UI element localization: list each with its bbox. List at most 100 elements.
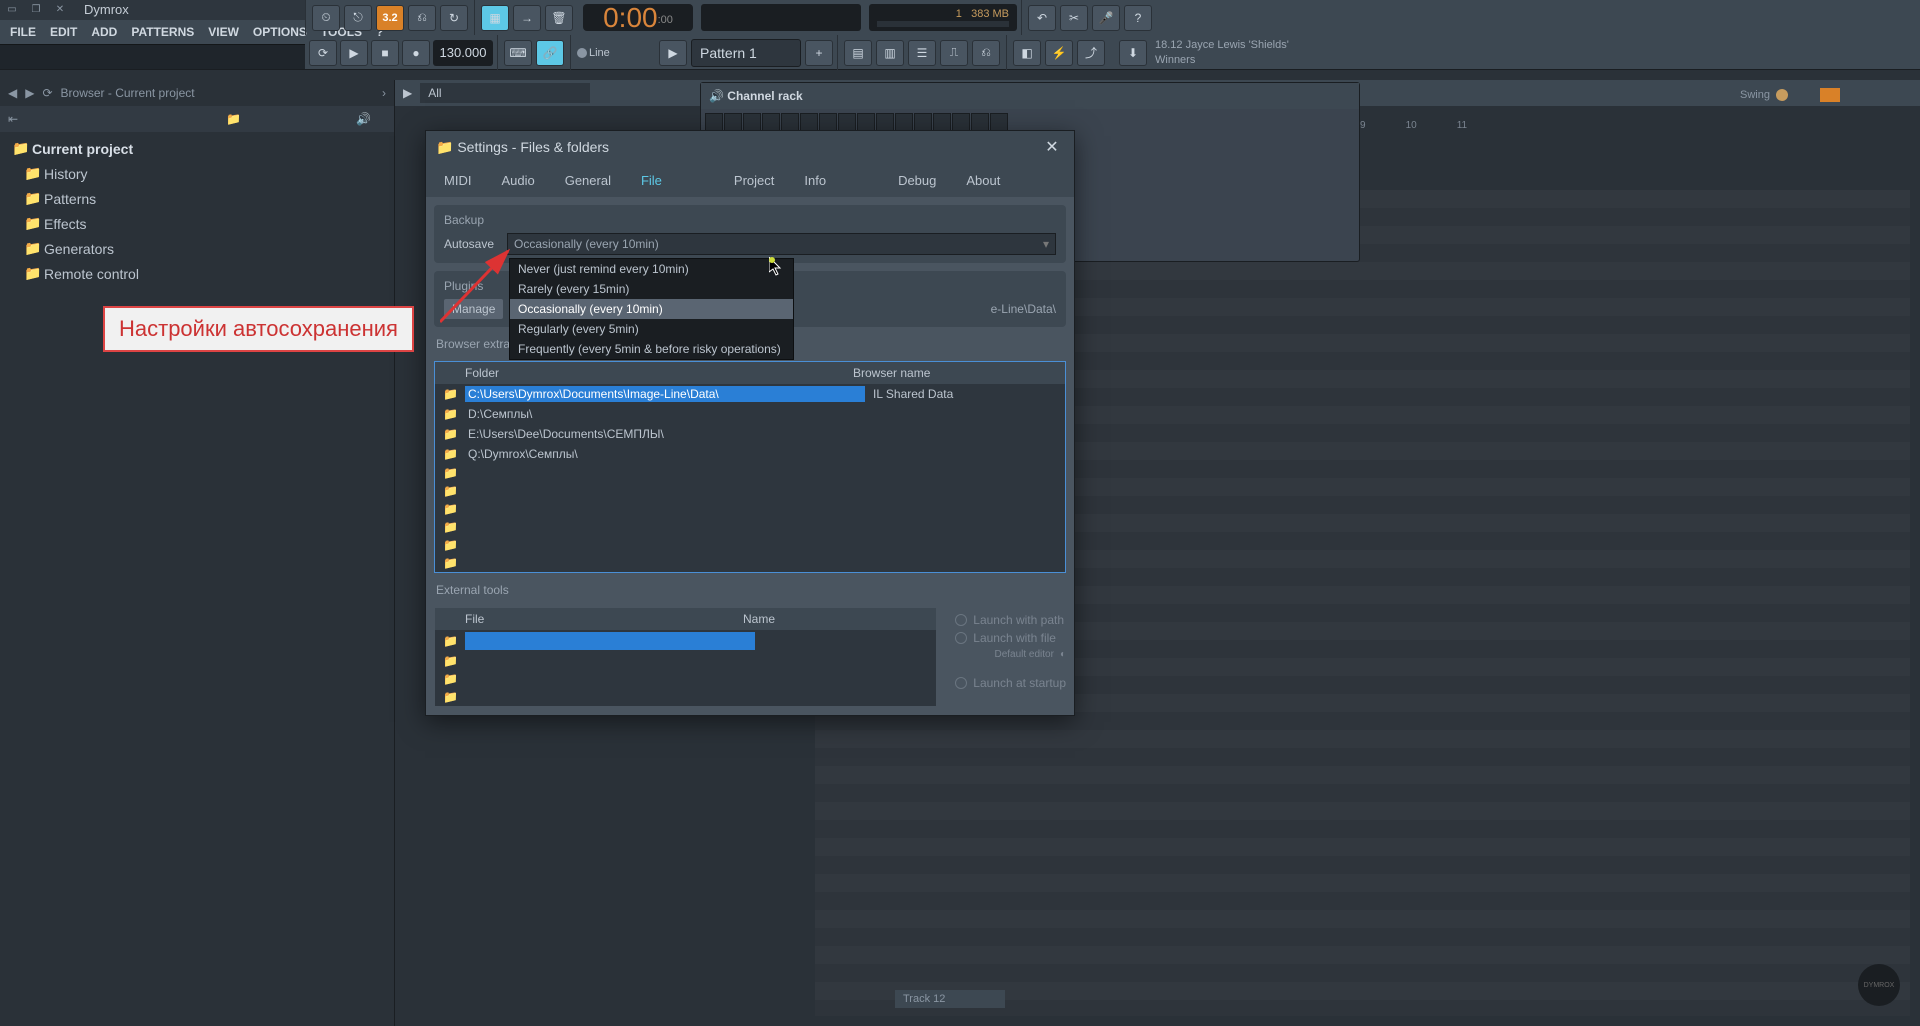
pattern-add-icon[interactable]: + — [805, 40, 833, 66]
folder-row[interactable]: 📁D:\Семплы\ — [435, 404, 1065, 424]
tree-item-generators[interactable]: 📁Generators — [0, 236, 394, 261]
nav-back-icon[interactable]: ◀ — [8, 86, 17, 100]
sync-icon[interactable]: ⟳ — [309, 40, 337, 66]
folder-row-empty[interactable]: 📁 — [435, 536, 1065, 554]
close-all-icon[interactable]: ⤴ — [1077, 40, 1105, 66]
pattern-selector[interactable]: Pattern 1 — [691, 39, 801, 67]
autosave-option-never[interactable]: Never (just remind every 10min) — [510, 259, 793, 279]
menu-patterns[interactable]: PATTERNS — [125, 23, 200, 41]
channel-rack-icon[interactable]: ☰ — [908, 40, 936, 66]
volume-icon[interactable]: 🔊 — [356, 112, 386, 126]
close-icon[interactable]: ✕ — [52, 3, 68, 17]
tree-item-patterns[interactable]: 📁Patterns — [0, 186, 394, 211]
link-icon[interactable]: 🔗 — [536, 40, 564, 66]
wait-icon[interactable]: ⎋ — [344, 5, 372, 31]
tab-audio[interactable]: Audio — [487, 167, 548, 194]
typing-kb-icon[interactable]: ⌨ — [504, 40, 532, 66]
folder-row-empty[interactable]: 📁 — [435, 500, 1065, 518]
folder-row[interactable]: 📁Q:\Dymrox\Семплы\ — [435, 444, 1065, 464]
autosave-option-regularly[interactable]: Regularly (every 5min) — [510, 319, 793, 339]
stop-button[interactable]: ■ — [371, 40, 399, 66]
cpu-value: 1 — [956, 8, 962, 20]
song-mode-icon[interactable]: ▦ — [481, 5, 509, 31]
mic-icon[interactable]: 🎤 — [1092, 5, 1120, 31]
autosave-option-occasionally[interactable]: Occasionally (every 10min) — [510, 299, 793, 319]
folder-row-empty[interactable]: 📁 — [435, 518, 1065, 536]
loop-icon[interactable]: ↻ — [440, 5, 468, 31]
record-button[interactable]: ● — [402, 40, 430, 66]
collapse-icon[interactable]: ⇤ — [8, 112, 38, 126]
snap-mode[interactable]: Line — [589, 47, 649, 59]
time-display[interactable]: 0:00:00 — [583, 4, 693, 31]
autosave-option-frequently[interactable]: Frequently (every 5min & before risky op… — [510, 339, 793, 359]
settings-close-button[interactable]: ✕ — [1040, 135, 1064, 159]
mixer-icon[interactable]: ⎍ — [940, 40, 968, 66]
tab-general[interactable]: General — [551, 167, 625, 194]
trash-icon[interactable]: 🗑 — [545, 5, 573, 31]
browser-icon[interactable]: ⎌ — [972, 40, 1000, 66]
metronome-icon[interactable]: ⏲ — [312, 5, 340, 31]
folder-icon[interactable]: 📁 — [226, 112, 256, 126]
menu-add[interactable]: ADD — [85, 23, 123, 41]
rack-audio-icon[interactable]: 🔊 — [709, 89, 724, 103]
countdown-button[interactable]: 3.2 — [376, 5, 404, 31]
tab-info[interactable]: Info — [790, 167, 840, 194]
folder-row[interactable]: 📁E:\Users\Dee\Documents\СЕМПЛЫ\ — [435, 424, 1065, 444]
tree-item-history[interactable]: 📁History — [0, 161, 394, 186]
time-main: 0:00 — [603, 2, 658, 34]
playlist-icon[interactable]: ▤ — [844, 40, 872, 66]
help-icon[interactable]: ? — [1124, 5, 1152, 31]
folder-row-empty[interactable]: 📁 — [435, 464, 1065, 482]
ext-tool-row[interactable]: 📁 — [435, 670, 936, 688]
tempo-tap-icon[interactable]: ⚡ — [1045, 40, 1073, 66]
tree-item-remote[interactable]: 📁Remote control — [0, 261, 394, 286]
autosave-option-rarely[interactable]: Rarely (every 15min) — [510, 279, 793, 299]
autosave-dropdown[interactable]: Occasionally (every 10min) — [507, 233, 1056, 255]
minimize-icon[interactable]: ▭ — [4, 3, 20, 17]
pattern-play-icon[interactable]: ▶ — [659, 40, 687, 66]
playlist-menu-icon[interactable]: ▶ — [395, 86, 420, 100]
menu-file[interactable]: FILE — [4, 23, 42, 41]
ext-tool-row[interactable]: 📁 — [435, 630, 936, 652]
radio-launch-path[interactable] — [955, 614, 967, 626]
ext-tool-row[interactable]: 📁 — [435, 652, 936, 670]
undo-icon[interactable]: ↶ — [1028, 5, 1056, 31]
default-editor-toggle[interactable]: ◐ — [1060, 649, 1066, 660]
playlist-filter[interactable]: All — [420, 83, 590, 103]
radio-launch-file[interactable] — [955, 632, 967, 644]
settings-tabstrip: MIDI Audio General File Project Info Deb… — [426, 163, 1074, 197]
menu-view[interactable]: VIEW — [202, 23, 245, 41]
plugin-icon[interactable]: ◧ — [1013, 40, 1041, 66]
tab-file[interactable]: File — [627, 167, 676, 194]
maximize-icon[interactable]: ❐ — [28, 3, 44, 17]
manage-plugins-button[interactable]: Manage — [444, 299, 503, 319]
tab-midi[interactable]: MIDI — [430, 167, 485, 194]
step-icon[interactable]: → — [513, 5, 541, 31]
tab-debug[interactable]: Debug — [884, 167, 950, 194]
settings-folder-icon: 📁 — [436, 139, 453, 156]
menu-edit[interactable]: EDIT — [44, 23, 83, 41]
overdub-icon[interactable]: ⎌ — [408, 5, 436, 31]
swing-control[interactable]: Swing — [1740, 88, 1840, 102]
tab-about[interactable]: About — [952, 167, 1014, 194]
reload-icon[interactable]: ⟳ — [42, 86, 52, 100]
view-grid-icon[interactable] — [1820, 88, 1840, 102]
tempo-display[interactable]: 130.000 — [433, 40, 493, 66]
folder-row-empty[interactable]: 📁 — [435, 482, 1065, 500]
tree-root[interactable]: 📁Current project — [0, 136, 394, 161]
piano-roll-icon[interactable]: ▥ — [876, 40, 904, 66]
ext-tool-row[interactable]: 📁 — [435, 688, 936, 706]
play-button[interactable]: ▶ — [340, 40, 368, 66]
save-icon[interactable]: ✂ — [1060, 5, 1088, 31]
nav-fwd-icon[interactable]: ▶ — [25, 86, 34, 100]
hint-bar — [0, 44, 305, 69]
tab-project[interactable]: Project — [720, 167, 788, 194]
radio-launch-startup[interactable] — [955, 677, 967, 689]
tree-item-effects[interactable]: 📁Effects — [0, 211, 394, 236]
menu-options[interactable]: OPTIONS — [247, 23, 313, 41]
folder-row-empty[interactable]: 📁 — [435, 554, 1065, 572]
track-label[interactable]: Track 12 — [895, 990, 1005, 1008]
folder-row[interactable]: 📁 C:\Users\Dymrox\Documents\Image-Line\D… — [435, 384, 1065, 404]
download-icon[interactable]: ⬇ — [1119, 40, 1147, 66]
folder-col-header: Folder — [443, 366, 853, 380]
